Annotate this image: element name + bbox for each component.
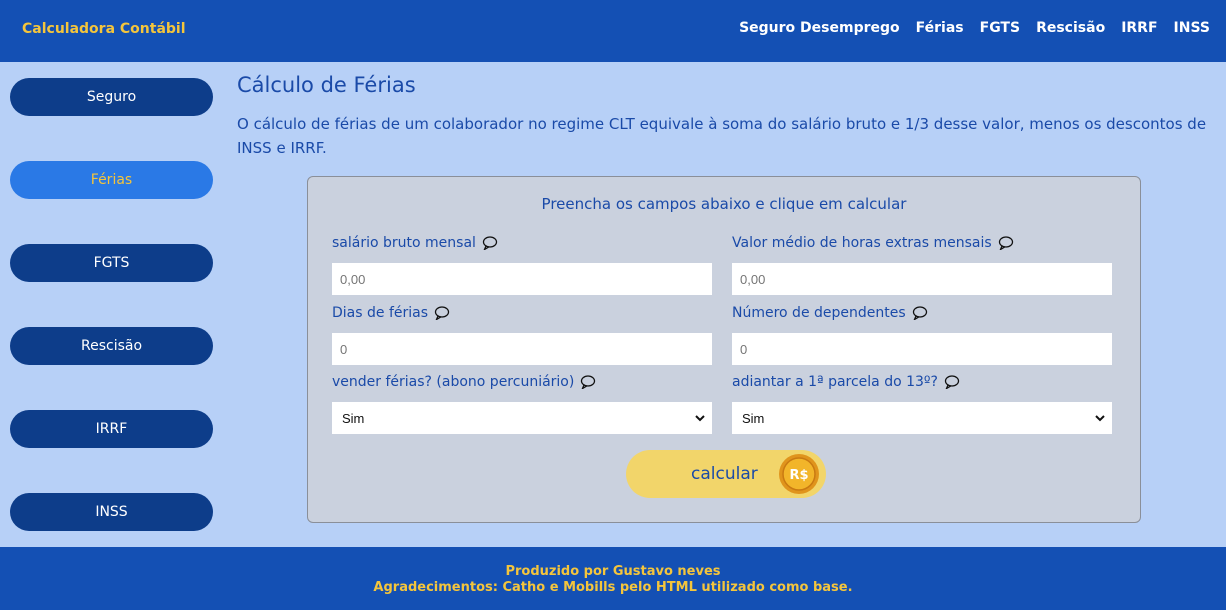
dependentes-label-text: Número de dependentes [732,305,906,321]
form-title: Preencha os campos abaixo e clique em ca… [541,195,907,213]
sidebar-item-inss[interactable]: INSS [10,493,213,531]
speech-bubble-icon[interactable] [580,375,596,389]
top-navbar: Calculadora Contábil Seguro Desemprego F… [0,0,1226,62]
salario-input[interactable] [332,263,712,295]
sidebar-item-ferias[interactable]: Férias [10,161,213,199]
nav-link-fgts[interactable]: FGTS [980,20,1020,36]
footer-thanks: Agradecimentos: Catho e Mobills pelo HTM… [373,580,853,595]
coin-icon: R$ [779,454,819,494]
abono-label: vender férias? (abono percuniário) [332,374,596,390]
calculate-button-label: calcular [691,464,758,484]
sidebar-item-rescisao[interactable]: Rescisão [10,327,213,365]
calculate-button[interactable]: calcular R$ [626,450,826,498]
dias-label: Dias de férias [332,305,450,321]
abono-select-value: Sim [342,410,365,426]
footer-credit: Produzido por Gustavo neves [505,564,721,579]
decimo-select-value: Sim [742,410,765,426]
footer: Produzido por Gustavo neves Agradeciment… [0,547,1226,610]
calculation-form-card: Preencha os campos abaixo e clique em ca… [307,176,1141,523]
speech-bubble-icon[interactable] [998,236,1014,250]
dependentes-input[interactable] [732,333,1112,365]
nav-link-irrf[interactable]: IRRF [1121,20,1157,36]
brand-logo-text[interactable]: Calculadora Contábil [22,21,186,37]
nav-link-seguro-desemprego[interactable]: Seguro Desemprego [739,20,900,36]
page-title: Cálculo de Férias [237,73,416,97]
top-nav: Seguro Desemprego Férias FGTS Rescisão I… [739,20,1210,36]
decimo-label: adiantar a 1ª parcela do 13º? [732,374,960,390]
sidebar-item-irrf[interactable]: IRRF [10,410,213,448]
speech-bubble-icon[interactable] [944,375,960,389]
abono-select[interactable]: Sim [332,402,712,434]
decimo-select[interactable]: Sim [732,402,1112,434]
salario-label: salário bruto mensal [332,235,498,251]
dias-label-text: Dias de férias [332,305,429,321]
dependentes-label: Número de dependentes [732,305,928,321]
speech-bubble-icon[interactable] [434,306,450,320]
chevron-down-icon [1095,415,1105,422]
nav-link-rescisao[interactable]: Rescisão [1036,20,1105,36]
sidebar-item-seguro[interactable]: Seguro [10,78,213,116]
sidebar-item-fgts[interactable]: FGTS [10,244,213,282]
coin-text: R$ [789,468,808,483]
salario-label-text: salário bruto mensal [332,235,476,251]
abono-label-text: vender férias? (abono percuniário) [332,374,575,390]
speech-bubble-icon[interactable] [482,236,498,250]
decimo-label-text: adiantar a 1ª parcela do 13º? [732,374,938,390]
speech-bubble-icon[interactable] [912,306,928,320]
horas-extras-label: Valor médio de horas extras mensais [732,235,1014,251]
nav-link-inss[interactable]: INSS [1174,20,1210,36]
chevron-down-icon [695,415,705,422]
dias-input[interactable] [332,333,712,365]
page-description: O cálculo de férias de um colaborador no… [237,115,1207,157]
horas-extras-label-text: Valor médio de horas extras mensais [732,235,992,251]
nav-link-ferias[interactable]: Férias [916,20,964,36]
horas-extras-input[interactable] [732,263,1112,295]
